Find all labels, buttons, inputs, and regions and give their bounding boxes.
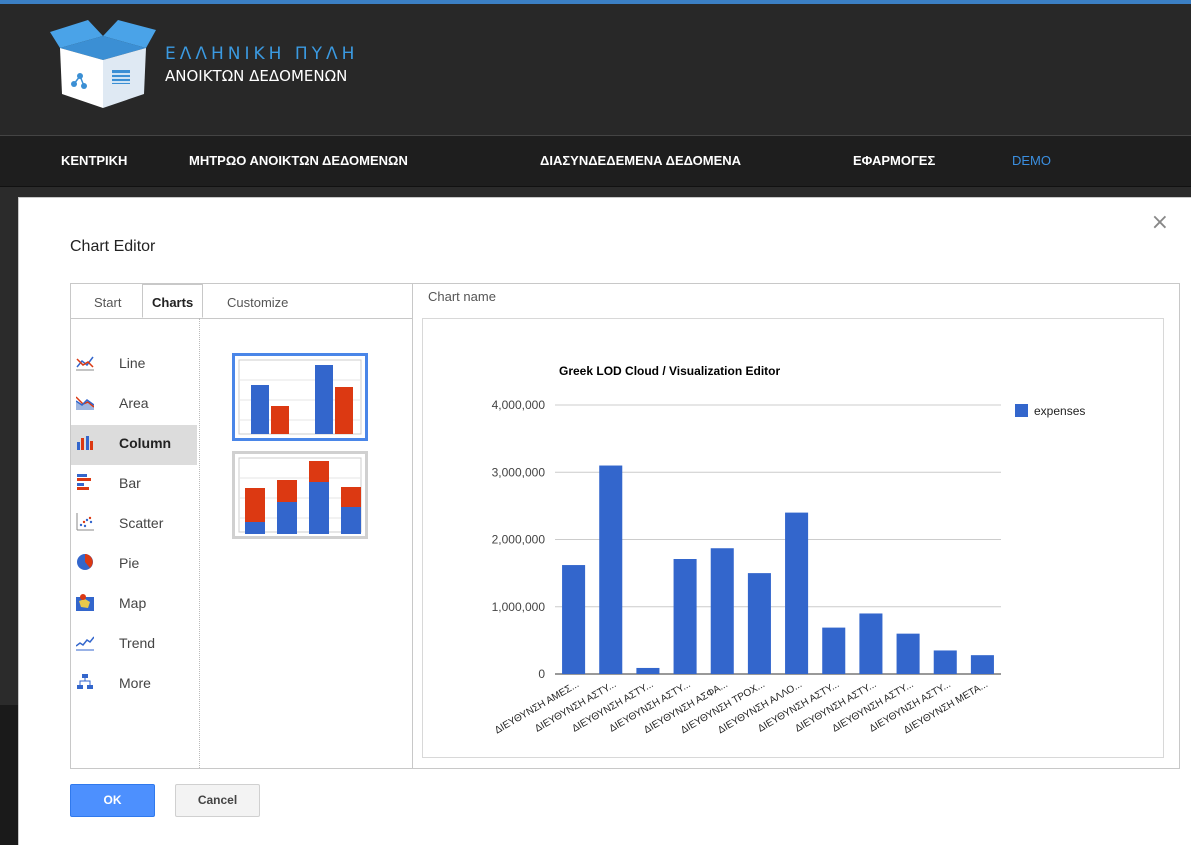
chart-type-map[interactable]: Map <box>71 585 197 625</box>
tab-start[interactable]: Start <box>94 284 121 317</box>
chart-type-label: Area <box>119 395 149 411</box>
trend-chart-icon <box>76 636 94 651</box>
chart-type-label: Line <box>119 355 146 371</box>
column-bar[interactable] <box>970 655 994 674</box>
y-tick-label: 4,000,000 <box>492 398 546 412</box>
nav-item-home[interactable]: ΚΕΝΤΡΙΚΗ <box>61 153 127 168</box>
chart-type-label: Map <box>119 595 147 611</box>
chart-type-more[interactable]: More <box>71 665 197 705</box>
scatter-chart-icon <box>76 513 94 531</box>
chart-type-list: Line Area Column Bar Scatter Pie Map Tre… <box>71 345 197 705</box>
close-icon[interactable]: × <box>1151 210 1169 235</box>
column-bar[interactable] <box>710 548 734 674</box>
chart-type-scatter[interactable]: Scatter <box>71 505 197 545</box>
more-charts-icon <box>77 674 93 689</box>
chart-type-label: Trend <box>119 635 156 651</box>
logo-text: ΕΛΛΗΝΙΚΗ ΠΥΛΗ ΑΝΟΙΚΤΩΝ ΔΕΔΟΜΕΝΩΝ <box>165 44 358 85</box>
chart-preview-panel: Chart name Greek LOD Cloud / Visualizati… <box>413 284 1179 768</box>
stacked-column-chart-thumbnail[interactable] <box>232 451 368 539</box>
chart-type-pie[interactable]: Pie <box>71 545 197 585</box>
separator <box>199 318 200 768</box>
chart-type-label: Bar <box>119 475 141 491</box>
legend-label: expenses <box>1034 404 1085 418</box>
column-chart-icon <box>77 436 93 450</box>
nav-item-demo[interactable]: DEMO <box>1012 153 1051 168</box>
chart-type-bar[interactable]: Bar <box>71 465 197 505</box>
column-bar[interactable] <box>859 613 883 674</box>
column-chart: Greek LOD Cloud / Visualization Editor 0… <box>492 364 1086 736</box>
nav-item-linked-data[interactable]: ΔΙΑΣΥΝΔΕΔΕΜΕΝΑ ΔΕΔΟΜΕΝΑ <box>540 153 741 168</box>
column-bar[interactable] <box>933 650 957 674</box>
editor-tabs: Start Charts Customize <box>71 284 412 319</box>
chart-type-line[interactable]: Line <box>71 345 197 385</box>
bar-chart-icon <box>77 474 91 490</box>
tab-charts[interactable]: Charts <box>142 284 204 318</box>
column-bar[interactable] <box>599 465 623 674</box>
column-bar[interactable] <box>562 565 586 674</box>
chart-preview: Greek LOD Cloud / Visualization Editor 0… <box>422 318 1164 758</box>
column-bar[interactable] <box>822 627 846 674</box>
area-chart-icon <box>76 396 94 410</box>
main-nav: ΚΕΝΤΡΙΚΗ ΜΗΤΡΩΟ ΑΝΟΙΚΤΩΝ ΔΕΔΟΜΕΝΩΝ ΔΙΑΣΥ… <box>0 135 1191 187</box>
tab-customize[interactable]: Customize <box>227 284 288 317</box>
chart-type-area[interactable]: Area <box>71 385 197 425</box>
chart-type-trend[interactable]: Trend <box>71 625 197 665</box>
y-tick-label: 0 <box>538 667 545 681</box>
y-tick-label: 2,000,000 <box>492 533 546 547</box>
legend-swatch <box>1015 404 1028 417</box>
nav-item-applications[interactable]: ΕΦΑΡΜΟΓΕΣ <box>853 153 935 168</box>
pie-chart-icon <box>77 554 93 570</box>
editor-panel: Start Charts Customize Line Area Column … <box>70 283 1180 769</box>
dialog-title: Chart Editor <box>70 238 156 255</box>
chart-type-label: Scatter <box>119 515 164 531</box>
chart-type-column[interactable]: Column <box>71 425 197 465</box>
y-tick-label: 1,000,000 <box>492 600 546 614</box>
site-header: ΕΛΛΗΝΙΚΗ ΠΥΛΗ ΑΝΟΙΚΤΩΝ ΔΕΔΟΜΕΝΩΝ <box>0 0 1191 135</box>
chart-type-panel: Start Charts Customize Line Area Column … <box>71 284 413 768</box>
chart-name-label[interactable]: Chart name <box>428 289 496 304</box>
column-chart-thumbnail[interactable] <box>232 353 368 441</box>
chart-editor-dialog: × Chart Editor Start Charts Customize Li… <box>18 197 1191 845</box>
open-data-box-logo[interactable] <box>48 18 158 110</box>
column-bar[interactable] <box>785 512 809 674</box>
map-chart-icon <box>76 594 94 611</box>
cancel-button[interactable]: Cancel <box>175 784 260 817</box>
ok-button[interactable]: OK <box>70 784 155 817</box>
column-bar[interactable] <box>673 559 697 674</box>
nav-item-open-data-registry[interactable]: ΜΗΤΡΩΟ ΑΝΟΙΚΤΩΝ ΔΕΔΟΜΕΝΩΝ <box>189 153 408 168</box>
column-bar[interactable] <box>747 573 771 674</box>
logo-title: ΕΛΛΗΝΙΚΗ ΠΥΛΗ <box>165 44 359 64</box>
chart-type-label: More <box>119 675 151 691</box>
y-tick-label: 3,000,000 <box>492 465 546 479</box>
column-bar[interactable] <box>896 633 920 674</box>
line-chart-icon <box>76 356 94 371</box>
chart-type-label: Pie <box>119 555 140 571</box>
chart-type-label: Column <box>119 435 172 451</box>
logo-subtitle: ΑΝΟΙΚΤΩΝ ΔΕΔΟΜΕΝΩΝ <box>165 67 348 85</box>
chart-title: Greek LOD Cloud / Visualization Editor <box>559 364 780 378</box>
column-bar[interactable] <box>636 667 660 674</box>
